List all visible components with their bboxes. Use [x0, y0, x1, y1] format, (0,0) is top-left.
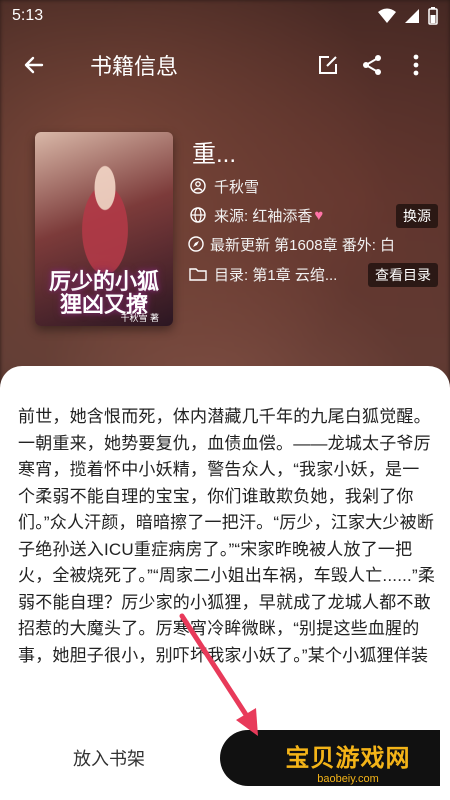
- more-vertical-icon: [413, 54, 419, 76]
- wifi-icon: [378, 8, 396, 23]
- cover-illustration: [65, 152, 145, 272]
- back-arrow-icon: [24, 56, 44, 74]
- latest-row: 最新更新 第1608章 番外: 白...: [188, 231, 393, 257]
- watermark-url: baobeiy.com: [317, 772, 379, 785]
- share-icon: [363, 55, 381, 75]
- share-button[interactable]: [350, 43, 394, 87]
- source-row: 来源: 红袖添香 ♥: [188, 202, 323, 228]
- add-to-shelf-button[interactable]: 放入书架: [44, 734, 174, 782]
- watermark-logo: 宝贝游戏网 baobeiy.com: [268, 730, 428, 792]
- more-button[interactable]: [394, 43, 438, 87]
- page-title: 书籍信息: [90, 54, 179, 79]
- source-text: 来源: 红袖添香: [214, 207, 313, 225]
- compass-icon: [188, 236, 204, 252]
- intro-sheet: 前世，她含恨而死，体内潜藏几千年的九尾白狐觉醒。一朝重来，她势要复仇，血债血偿。…: [0, 366, 450, 800]
- book-title: 重...: [192, 141, 237, 168]
- folder-icon: [189, 268, 207, 281]
- author-row: 千秋雪: [188, 173, 259, 199]
- cover-title: 厉少的小狐狸凶又撩: [48, 268, 159, 317]
- author-name: 千秋雪: [214, 178, 260, 196]
- intro-fade: [0, 666, 450, 706]
- edit-icon: [319, 56, 337, 74]
- bottom-action-bar: 放入书架 宝贝游戏网 baobeiy.com: [0, 704, 450, 800]
- view-toc-button[interactable]: 查看目录: [368, 263, 438, 287]
- toc-text: 目录: 第1章 云绾...: [214, 266, 338, 284]
- cover-author: 千秋雪 著: [120, 313, 159, 323]
- watermark-text: 宝贝游戏网: [285, 744, 411, 772]
- latest-chapter: 最新更新 第1608章 番外: 白...: [210, 236, 393, 254]
- book-cover[interactable]: 厉少的小狐狸凶又撩 千秋雪 著: [35, 132, 173, 326]
- battery-icon: [428, 7, 438, 25]
- heart-icon: ♥: [314, 206, 324, 224]
- edit-button[interactable]: [306, 43, 350, 87]
- person-icon: [190, 178, 206, 194]
- app-bar: 书籍信息: [0, 32, 450, 98]
- toc-row: 目录: 第1章 云绾...: [188, 261, 358, 287]
- globe-icon: [190, 207, 206, 223]
- status-time: 5:13: [12, 7, 44, 24]
- change-source-button[interactable]: 换源: [396, 204, 438, 228]
- back-button[interactable]: [12, 43, 56, 87]
- book-intro[interactable]: 前世，她含恨而死，体内潜藏几千年的九尾白狐觉醒。一朝重来，她势要复仇，血债血偿。…: [18, 404, 436, 670]
- status-bar: 5:13: [0, 0, 450, 32]
- signal-icon: [405, 9, 419, 23]
